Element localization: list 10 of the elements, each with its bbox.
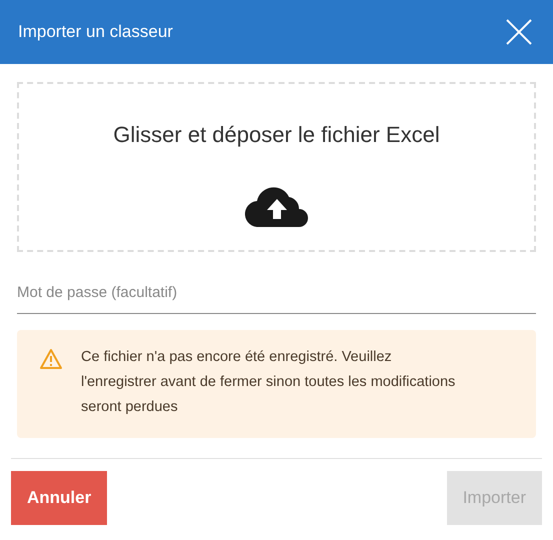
dialog-title: Importer un classeur [18,21,173,44]
close-icon [505,18,533,46]
cancel-button[interactable]: Annuler [11,470,108,524]
drop-zone[interactable]: Glisser et déposer le fichier Excel [17,82,536,252]
password-field[interactable]: Mot de passe (facultatif) [17,282,536,314]
warning-text: Ce fichier n'a pas encore été enregistré. Veuillez l'enregistrer avant de fermer sinon toutes les modifications seront perdues [81,348,456,416]
close-button[interactable] [505,18,533,46]
warning-icon [39,348,63,370]
drop-zone-text: Glisser et déposer le fichier Excel [113,121,440,149]
cloud-upload-icon [244,187,308,227]
